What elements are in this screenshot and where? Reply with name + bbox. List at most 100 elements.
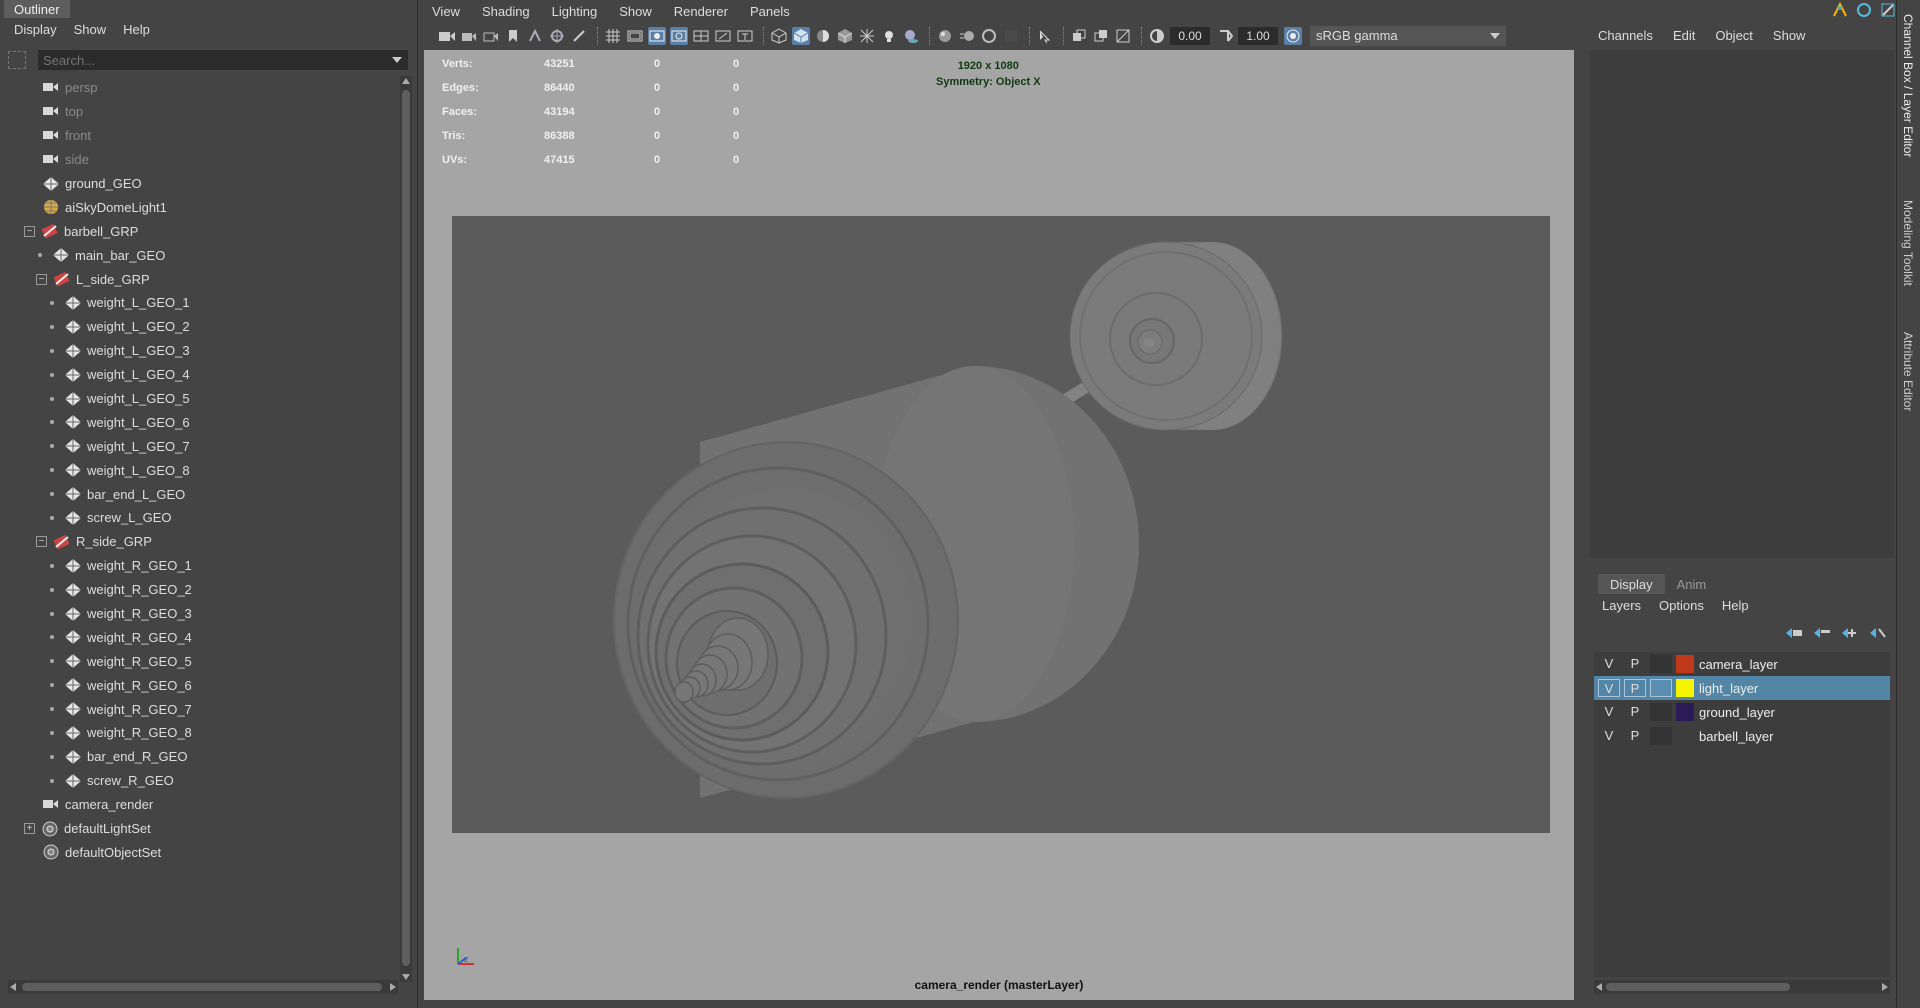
layer-row[interactable]: V Pbarbell_layer	[1594, 724, 1890, 748]
scroll-down-icon[interactable]	[402, 974, 410, 980]
menu-show[interactable]: Show	[1773, 28, 1806, 43]
outliner-item[interactable]: aiSkyDomeLight1	[6, 195, 400, 219]
exposure-field[interactable]: 0.00	[1170, 27, 1210, 45]
barbell-model[interactable]	[452, 216, 1550, 833]
outliner-item[interactable]: side	[6, 148, 400, 172]
layer-color-swatch[interactable]	[1676, 703, 1694, 721]
menu-object[interactable]: Object	[1715, 28, 1753, 43]
layer-playback-toggle[interactable]: P	[1624, 655, 1646, 673]
gate-mask-icon[interactable]	[670, 27, 688, 45]
layer-display-type-toggle[interactable]	[1650, 703, 1672, 721]
safe-action-icon[interactable]	[714, 27, 732, 45]
outliner-item[interactable]: − L_side_GRP	[6, 267, 400, 291]
layer-color-swatch[interactable]	[1676, 679, 1694, 697]
layer-visibility-toggle[interactable]: V	[1598, 655, 1620, 673]
exposure-icon[interactable]	[1148, 27, 1166, 45]
outliner-item[interactable]: weight_R_GEO_7	[6, 697, 400, 721]
outliner-item[interactable]: bar_end_L_GEO	[6, 482, 400, 506]
grease-pencil-icon[interactable]	[570, 27, 588, 45]
side-tab-channel-box[interactable]: Channel Box / Layer Editor	[1901, 14, 1915, 157]
layer-display-type-toggle[interactable]	[1650, 727, 1672, 745]
move-layer-down-icon[interactable]	[1812, 626, 1832, 643]
layer-display-type-toggle[interactable]	[1650, 655, 1672, 673]
outliner-item[interactable]: weight_L_GEO_5	[6, 387, 400, 411]
move-layer-up-icon[interactable]	[1784, 626, 1804, 643]
shadows-icon[interactable]	[902, 27, 920, 45]
outliner-item[interactable]: + defaultLightSet	[6, 817, 400, 841]
new-layer-selected-icon[interactable]	[1868, 626, 1888, 643]
isolate-select-icon[interactable]	[1036, 27, 1054, 45]
smooth-shade-icon[interactable]	[792, 27, 810, 45]
outliner-item[interactable]: − barbell_GRP	[6, 219, 400, 243]
outliner-item[interactable]: weight_R_GEO_4	[6, 625, 400, 649]
default-material-icon[interactable]	[814, 27, 832, 45]
menu-show[interactable]: Show	[619, 4, 652, 19]
side-tab-attribute-editor[interactable]: Attribute Editor	[1901, 332, 1915, 411]
anti-aliasing-icon[interactable]	[980, 27, 998, 45]
scroll-right-icon[interactable]	[390, 983, 396, 991]
expand-icon[interactable]: +	[24, 823, 35, 835]
outliner-item[interactable]: screw_R_GEO	[6, 769, 400, 793]
lock-camera-icon[interactable]	[460, 27, 478, 45]
layer-color-swatch[interactable]	[1676, 655, 1694, 673]
resolution-gate-icon[interactable]	[648, 27, 666, 45]
depth-of-field-icon[interactable]	[1002, 27, 1020, 45]
outliner-menu-show[interactable]: Show	[74, 20, 116, 42]
menu-view[interactable]: View	[432, 4, 460, 19]
edit-icon[interactable]	[1880, 2, 1896, 21]
gamma-icon[interactable]	[1216, 27, 1234, 45]
collapse-icon[interactable]: −	[36, 536, 47, 548]
outliner-menu-display[interactable]: Display	[14, 20, 66, 42]
outliner-item[interactable]: main_bar_GEO	[6, 243, 400, 267]
select-filter-icon[interactable]	[8, 51, 26, 69]
outliner-item[interactable]: front	[6, 124, 400, 148]
use-all-lights-icon[interactable]	[880, 27, 898, 45]
side-tab-modeling-toolkit[interactable]: Modeling Toolkit	[1901, 200, 1915, 286]
layer-playback-toggle[interactable]: P	[1624, 703, 1646, 721]
layer-display-type-toggle[interactable]	[1650, 679, 1672, 697]
color-space-dropdown[interactable]: sRGB gamma	[1310, 26, 1506, 46]
menu-edit[interactable]: Edit	[1673, 28, 1695, 43]
layer-visibility-toggle[interactable]: V	[1598, 679, 1620, 697]
outliner-item[interactable]: top	[6, 100, 400, 124]
outliner-item[interactable]: weight_R_GEO_1	[6, 554, 400, 578]
scrollbar-thumb[interactable]	[22, 983, 382, 991]
layer-visibility-toggle[interactable]: V	[1598, 727, 1620, 745]
scroll-left-icon[interactable]	[1596, 983, 1602, 991]
scroll-left-icon[interactable]	[10, 983, 16, 991]
outliner-search-input[interactable]	[38, 50, 408, 70]
outliner-item[interactable]: weight_R_GEO_6	[6, 673, 400, 697]
layer-color-swatch[interactable]	[1676, 727, 1694, 745]
2d-pan-zoom-icon[interactable]	[548, 27, 566, 45]
3d-viewport[interactable]: Verts: 43251 0 0 Edges: 86440 0 0 Faces: 43194 0 0 T…	[424, 50, 1574, 1000]
outliner-title[interactable]: Outliner	[4, 0, 70, 18]
scroll-right-icon[interactable]	[1882, 983, 1888, 991]
layer-row[interactable]: V Pground_layer	[1594, 700, 1890, 724]
scrollbar-thumb[interactable]	[402, 90, 410, 966]
outliner-item[interactable]: weight_L_GEO_1	[6, 291, 400, 315]
xray-active-icon[interactable]	[1092, 27, 1110, 45]
outliner-item[interactable]: − R_side_GRP	[6, 530, 400, 554]
tab-anim[interactable]: Anim	[1665, 574, 1719, 594]
grid-icon[interactable]	[604, 27, 622, 45]
menu-lighting[interactable]: Lighting	[552, 4, 598, 19]
collapse-icon[interactable]: −	[24, 225, 35, 237]
film-gate-icon[interactable]	[626, 27, 644, 45]
outliner-item[interactable]: persp	[6, 76, 400, 100]
toolkit-icon[interactable]	[1832, 1, 1848, 21]
outliner-item[interactable]: weight_R_GEO_2	[6, 578, 400, 602]
layer-visibility-toggle[interactable]: V	[1598, 703, 1620, 721]
screen-space-ao-icon[interactable]	[936, 27, 954, 45]
menu-help[interactable]: Help	[1722, 598, 1749, 613]
xray-joints-icon[interactable]	[1070, 27, 1088, 45]
menu-panels[interactable]: Panels	[750, 4, 790, 19]
layer-playback-toggle[interactable]: P	[1624, 679, 1646, 697]
channel-box-area[interactable]	[1590, 50, 1894, 558]
outliner-item[interactable]: weight_L_GEO_6	[6, 410, 400, 434]
scrollbar-thumb[interactable]	[1606, 983, 1790, 991]
menu-shading[interactable]: Shading	[482, 4, 530, 19]
motion-blur-icon[interactable]	[958, 27, 976, 45]
outliner-item[interactable]: bar_end_R_GEO	[6, 745, 400, 769]
outliner-item[interactable]: weight_R_GEO_3	[6, 602, 400, 626]
outliner-item[interactable]: weight_R_GEO_8	[6, 721, 400, 745]
